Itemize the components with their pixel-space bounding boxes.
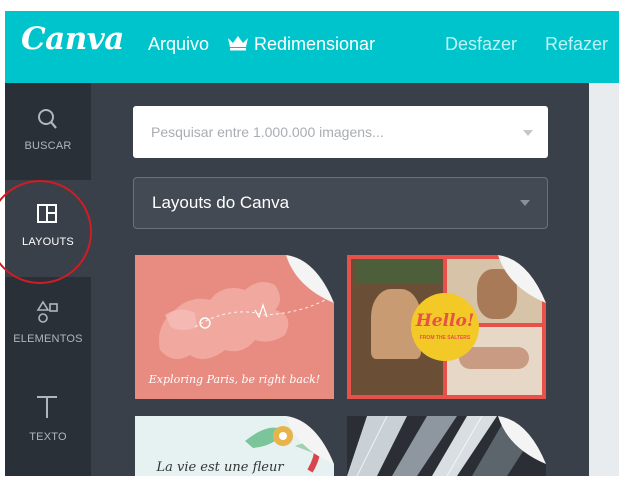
sidebar-item-texto[interactable]: TEXTO bbox=[5, 374, 91, 476]
menu-redimensionar-label: Redimensionar bbox=[254, 34, 376, 54]
sidebar-item-elementos[interactable]: ELEMENTOS bbox=[5, 277, 91, 374]
layout-thumbnail-architecture[interactable] bbox=[347, 416, 546, 476]
search-icon bbox=[38, 109, 57, 129]
page-curl bbox=[286, 416, 334, 464]
chevron-down-icon[interactable] bbox=[523, 130, 533, 136]
page-curl bbox=[498, 255, 546, 303]
menu-arquivo[interactable]: Arquivo bbox=[148, 34, 209, 55]
page-curl bbox=[286, 255, 334, 303]
hello-badge-subtext: FROM THE SALTERS bbox=[419, 335, 471, 341]
layout-thumbnail-floral[interactable]: La vie est une fleur bbox=[135, 416, 334, 476]
crown-icon bbox=[228, 36, 248, 51]
layout-caption: La vie est une fleur bbox=[156, 460, 284, 475]
sidebar-item-label: BUSCAR bbox=[24, 140, 72, 152]
hello-badge-text: Hello! bbox=[415, 311, 475, 331]
canva-logo[interactable]: Canva bbox=[21, 21, 124, 57]
menu-desfazer[interactable]: Desfazer bbox=[445, 34, 517, 55]
layout-caption: Exploring Paris, be right back! bbox=[148, 373, 321, 386]
elements-icon bbox=[36, 300, 58, 323]
menu-refazer[interactable]: Refazer bbox=[545, 34, 608, 55]
page-curl bbox=[498, 416, 546, 464]
toolbar: Canva Arquivo Redimensionar Desfazer Ref… bbox=[5, 11, 619, 83]
search-placeholder: Pesquisar entre 1.000.000 imagens... bbox=[151, 124, 384, 140]
sidebar-item-label: ELEMENTOS bbox=[13, 333, 83, 345]
sidebar-item-label: TEXTO bbox=[29, 431, 67, 443]
menu-redimensionar[interactable]: Redimensionar bbox=[227, 34, 375, 55]
design-canvas-edge[interactable] bbox=[589, 83, 619, 476]
sidebar-item-buscar[interactable]: BUSCAR bbox=[5, 83, 91, 180]
layout-thumbnail-hello[interactable]: Hello! FROM THE SALTERS bbox=[347, 255, 546, 399]
search-input[interactable]: Pesquisar entre 1.000.000 imagens... bbox=[133, 106, 548, 158]
top-bar: Canva Arquivo Redimensionar Desfazer Ref… bbox=[0, 0, 619, 83]
layouts-panel: Pesquisar entre 1.000.000 imagens... Lay… bbox=[91, 83, 589, 476]
text-icon bbox=[37, 396, 57, 418]
category-select-value: Layouts do Canva bbox=[152, 193, 290, 212]
hello-badge: Hello! FROM THE SALTERS bbox=[411, 293, 479, 361]
category-select[interactable]: Layouts do Canva bbox=[133, 177, 548, 229]
chevron-down-icon[interactable] bbox=[520, 200, 530, 206]
layout-thumbnail-paris[interactable]: Exploring Paris, be right back! bbox=[135, 255, 334, 399]
